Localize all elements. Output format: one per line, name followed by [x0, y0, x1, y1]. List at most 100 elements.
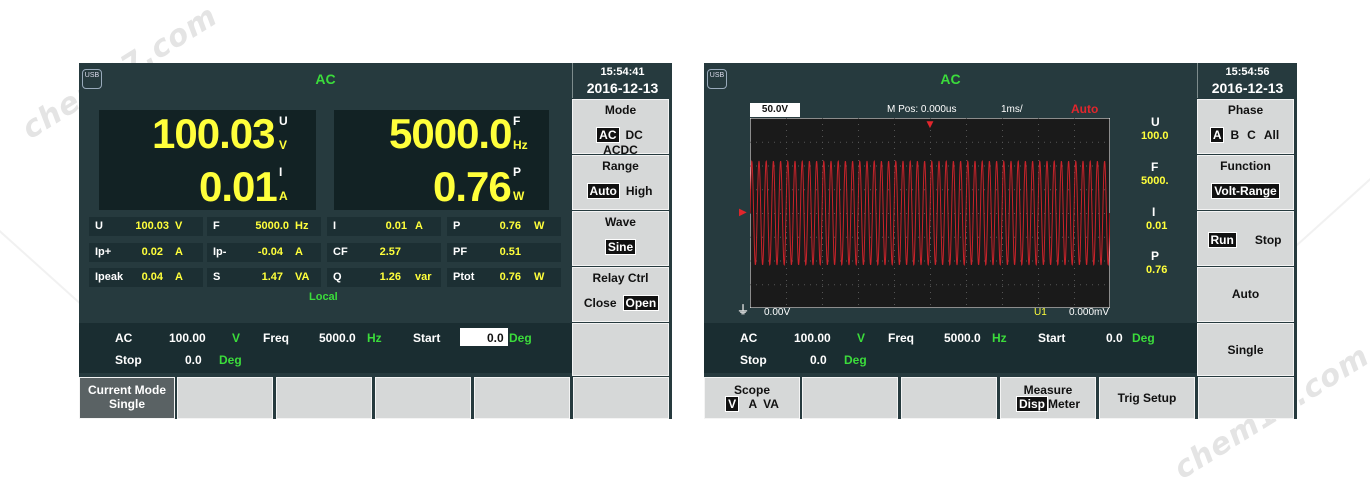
phase-option-a[interactable]: A — [1209, 127, 1225, 143]
trigger-level-marker-icon: ▶ — [739, 207, 747, 218]
table-unit: A — [175, 271, 183, 283]
readout-i-value: 0.01 — [1146, 220, 1168, 232]
table-unit: Hz — [295, 220, 309, 232]
big-frequency-unit: Hz — [513, 138, 528, 152]
screen-title: AC — [940, 71, 961, 87]
param-start-value[interactable]: 0.0 — [487, 331, 504, 345]
range-option-high[interactable]: High — [624, 184, 655, 198]
bottom-key-trig-setup[interactable]: Trig Setup — [1099, 377, 1195, 419]
mode-option-ac[interactable]: AC — [596, 127, 620, 143]
run-option[interactable]: Run — [1207, 232, 1237, 248]
softkey-range-title: Range — [602, 159, 639, 173]
param-ac-label: AC — [115, 331, 133, 345]
param-ac-label: AC — [740, 331, 758, 345]
bottom-key-5[interactable] — [474, 377, 570, 419]
softkey-auto[interactable]: Auto — [1197, 267, 1294, 322]
param-freq-value[interactable]: 5000.0 — [944, 331, 981, 345]
scope-channel: U1 — [1034, 307, 1047, 318]
softkey-blank[interactable] — [572, 323, 669, 376]
scope-display[interactable]: ▼ — [750, 118, 1110, 308]
table-value: 0.02 — [141, 246, 163, 258]
table-unit: V — [175, 220, 183, 232]
bottom-key-current-mode[interactable]: Current Mode Single — [79, 377, 175, 419]
softkey-range[interactable]: Range Auto High — [572, 155, 669, 210]
softkey-wave[interactable]: Wave Sine — [572, 211, 669, 266]
bottom-key-measure[interactable]: Measure Disp Meter — [1000, 377, 1096, 419]
bottom-key-2[interactable] — [802, 377, 898, 419]
bottom-key-6[interactable] — [1198, 377, 1294, 419]
watermark-stroke — [0, 230, 90, 312]
readout-u-value: 100.0 — [1141, 130, 1169, 142]
bottom-key-6[interactable] — [573, 377, 669, 419]
param-start-value[interactable]: 0.0 — [1106, 331, 1123, 345]
param-start-unit: Deg — [1132, 331, 1155, 345]
softkey-run-stop[interactable]: Run Stop — [1197, 211, 1294, 266]
param-ac-value[interactable]: 100.00 — [794, 331, 831, 345]
table-value: 2.57 — [379, 246, 401, 258]
mode-option-dc[interactable]: DC — [624, 128, 645, 142]
param-freq-value[interactable]: 5000.0 — [319, 331, 356, 345]
relay-option-close[interactable]: Close — [582, 296, 619, 310]
readout-f-label: F — [1151, 160, 1159, 174]
table-value: 100.03 — [135, 220, 169, 232]
scope-option-a[interactable]: A — [748, 397, 757, 411]
measure-option-meter[interactable]: Meter — [1048, 397, 1080, 411]
param-stop-unit: Deg — [844, 353, 867, 367]
ground-icon: ⏚ — [737, 303, 750, 317]
big-current-label: I — [279, 165, 283, 179]
wave-option-sine[interactable]: Sine — [604, 239, 637, 255]
date: 2016-12-13 — [1211, 80, 1284, 96]
trigger-position-icon: ▼ — [927, 120, 934, 130]
measure-title: Measure — [1023, 383, 1073, 397]
range-option-auto[interactable]: Auto — [586, 183, 620, 199]
table-value: 0.76 — [499, 220, 521, 232]
param-stop-label: Stop — [740, 353, 767, 367]
big-voltage-unit: V — [279, 138, 288, 152]
softkey-function[interactable]: Function Volt-Range — [1197, 155, 1294, 210]
softkey-mode[interactable]: Mode AC DCACDC — [572, 99, 669, 157]
phase-option-b[interactable]: B — [1228, 128, 1241, 142]
bottom-key-3[interactable] — [901, 377, 997, 419]
bottom-key-2[interactable] — [177, 377, 273, 419]
bottom-key-scope[interactable]: Scope V A VA — [704, 377, 800, 419]
watermark-stroke — [1290, 169, 1370, 252]
table-unit: W — [534, 220, 545, 232]
stop-option[interactable]: Stop — [1253, 233, 1284, 247]
relay-option-open[interactable]: Open — [622, 295, 660, 311]
readout-p-value: 0.76 — [1146, 264, 1168, 276]
softkey-phase-title: Phase — [1227, 103, 1264, 117]
param-stop-label: Stop — [115, 353, 142, 367]
readout-f-value: 5000. — [1141, 175, 1169, 187]
bottom-key-3[interactable] — [276, 377, 372, 419]
softkey-single[interactable]: Single — [1197, 323, 1294, 376]
bottom-key-4[interactable] — [375, 377, 471, 419]
softkey-phase[interactable]: Phase A B C All — [1197, 99, 1294, 154]
current-mode-label: Current Mode — [88, 383, 166, 397]
scope-timebase: 1ms/ — [1001, 104, 1023, 115]
time: 15:54:41 — [600, 66, 645, 78]
big-frequency-label: F — [513, 114, 521, 128]
phase-option-c[interactable]: C — [1245, 128, 1258, 142]
param-stop-value[interactable]: 0.0 — [185, 353, 202, 367]
scope-option-v[interactable]: V — [725, 396, 740, 412]
table-unit: W — [534, 271, 545, 283]
param-freq-unit: Hz — [992, 331, 1007, 345]
scope-option-va[interactable]: VA — [763, 397, 779, 411]
table-value: 0.04 — [141, 271, 163, 283]
big-frequency: 5000.0 — [389, 110, 512, 157]
big-current-unit: A — [279, 189, 288, 203]
softkey-wave-title: Wave — [605, 215, 636, 229]
measure-option-disp[interactable]: Disp — [1015, 396, 1048, 412]
function-option-volt-range[interactable]: Volt-Range — [1211, 183, 1280, 199]
param-stop-value[interactable]: 0.0 — [810, 353, 827, 367]
phase-option-all[interactable]: All — [1262, 128, 1281, 142]
param-stop-unit: Deg — [219, 353, 242, 367]
param-ac-unit: V — [232, 331, 241, 345]
screen-title: AC — [315, 71, 336, 87]
table-value: -0.04 — [257, 246, 283, 258]
param-ac-value[interactable]: 100.00 — [169, 331, 206, 345]
readout-p-label: P — [1151, 249, 1160, 263]
clock: 15:54:41 2016-12-13 — [572, 63, 672, 98]
scope-volt-div: 50.0V — [750, 103, 800, 117]
softkey-relay[interactable]: Relay Ctrl Close Open — [572, 267, 669, 322]
